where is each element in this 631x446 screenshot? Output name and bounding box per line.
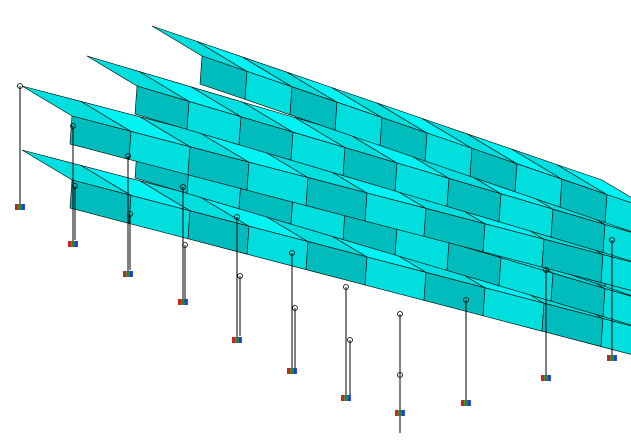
- fixed-support-icon: [21, 204, 25, 210]
- fixed-support-icon: [347, 395, 351, 401]
- model-viewport[interactable]: [0, 0, 631, 446]
- fixed-support-icon: [613, 355, 617, 361]
- fixed-support-icon: [129, 271, 133, 277]
- fixed-support-icon: [290, 368, 294, 374]
- fixed-support-icon: [610, 355, 614, 361]
- fixed-support-icon: [181, 299, 185, 305]
- fixed-support-icon: [184, 299, 188, 305]
- fixed-support-icon: [398, 410, 402, 416]
- structural-model-3d-view[interactable]: [0, 0, 631, 446]
- fixed-support-icon: [344, 395, 348, 401]
- fixed-support-icon: [541, 375, 545, 381]
- fixed-support-icon: [395, 410, 399, 416]
- fixed-support-icon: [68, 241, 72, 247]
- fixed-support-icon: [467, 400, 471, 406]
- fixed-support-icon: [287, 368, 291, 374]
- fixed-support-icon: [15, 204, 19, 210]
- fixed-support-icon: [547, 375, 551, 381]
- fixed-support-icon: [71, 241, 75, 247]
- fixed-support-icon: [461, 400, 465, 406]
- upper-roof-panel-upper: [151, 25, 248, 72]
- fixed-support-icon: [464, 400, 468, 406]
- fixed-support-icon: [235, 337, 239, 343]
- fixed-support-icon: [401, 410, 405, 416]
- fixed-support-icon: [238, 337, 242, 343]
- fixed-support-icon: [178, 299, 182, 305]
- fixed-support-icon: [341, 395, 345, 401]
- fixed-support-icon: [74, 241, 78, 247]
- fixed-support-icon: [123, 271, 127, 277]
- fixed-support-icon: [126, 271, 130, 277]
- fixed-support-icon: [544, 375, 548, 381]
- fixed-support-icon: [18, 204, 22, 210]
- fixed-support-icon: [607, 355, 611, 361]
- fixed-support-icon: [293, 368, 297, 374]
- fixed-support-icon: [232, 337, 236, 343]
